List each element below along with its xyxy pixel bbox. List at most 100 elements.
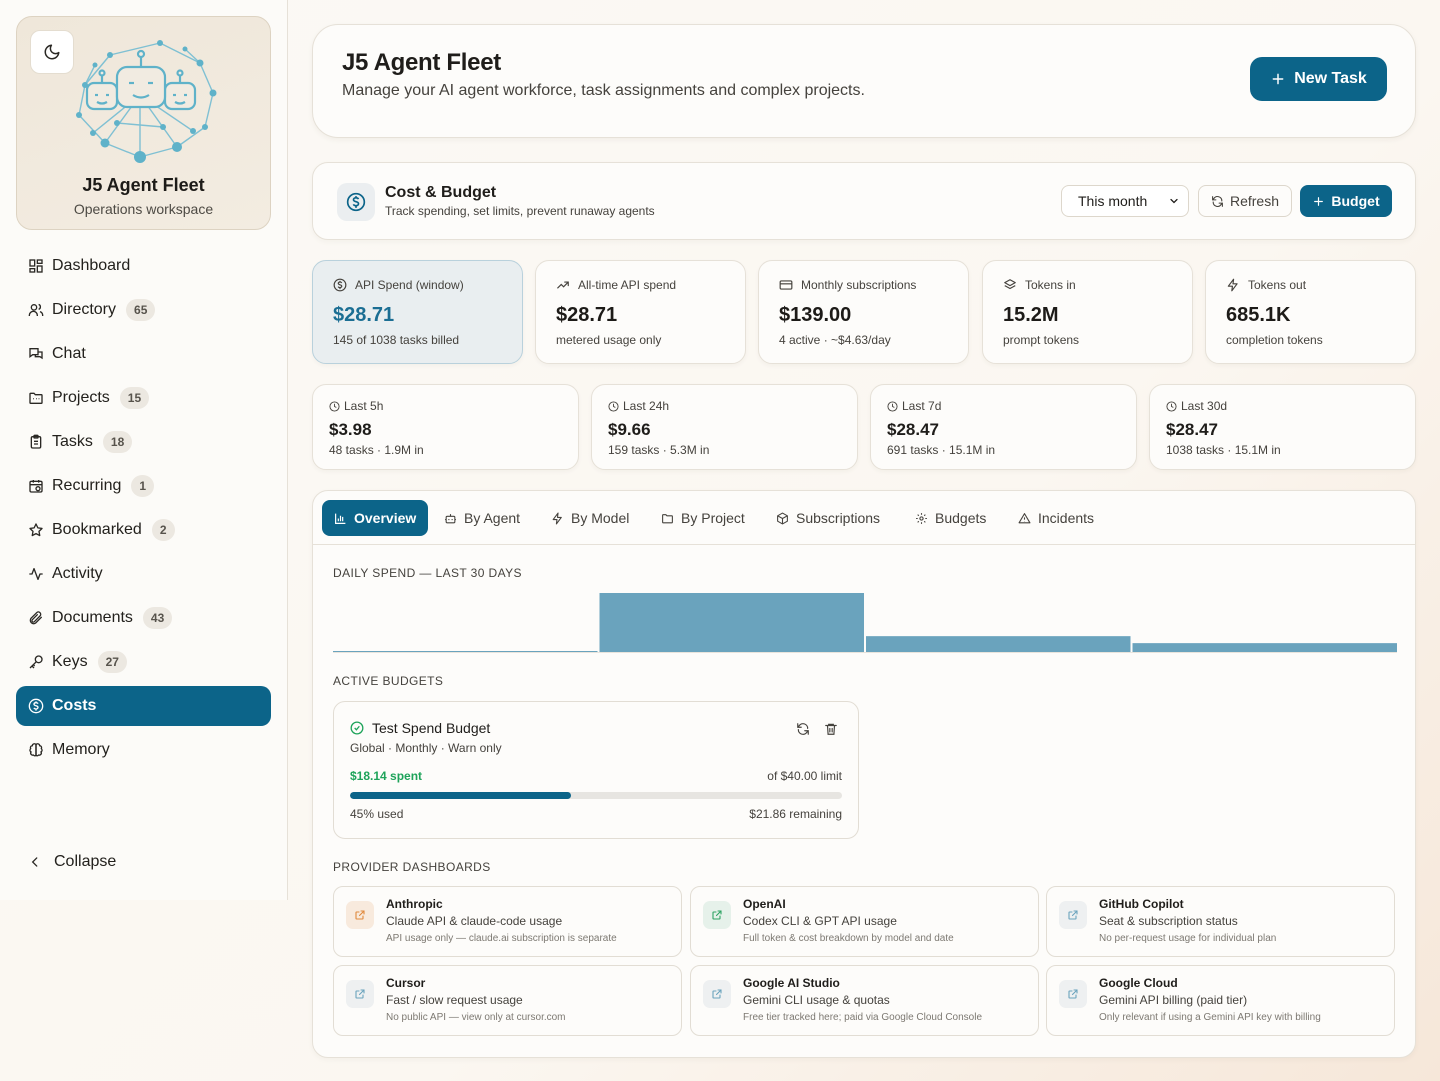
clock-icon xyxy=(608,400,619,412)
tab-incidents[interactable]: Incidents xyxy=(1006,500,1106,536)
paperclip-icon xyxy=(28,610,44,626)
sidebar-item-label: Chat xyxy=(52,345,86,362)
provider-description: Codex CLI & GPT API usage xyxy=(743,914,897,928)
sidebar-item-projects[interactable]: Projects 15 xyxy=(16,378,271,418)
tab-by-project[interactable]: By Project xyxy=(649,500,757,536)
section-subtitle: Track spending, set limits, prevent runa… xyxy=(385,204,655,218)
provider-note: No per-request usage for individual plan xyxy=(1099,933,1277,944)
tab-label: Subscriptions xyxy=(796,510,881,526)
tab-by-agent[interactable]: By Agent xyxy=(432,500,532,536)
clipboard-icon xyxy=(28,434,44,450)
provider-card-google-cloud[interactable]: Google Cloud Gemini API billing (paid ti… xyxy=(1046,965,1395,1036)
window-sub: 1038 tasks · 15.1M in xyxy=(1166,443,1281,457)
sidebar-item-label: Activity xyxy=(52,565,103,582)
tab-label: Budgets xyxy=(935,510,987,526)
stat-label: Tokens out xyxy=(1248,278,1307,292)
sidebar-item-chat[interactable]: Chat xyxy=(16,334,271,374)
window-value: $28.47 xyxy=(1166,420,1218,439)
collapse-button[interactable]: Collapse xyxy=(28,853,116,871)
page-subtitle: Manage your AI agent workforce, task ass… xyxy=(342,82,865,99)
sidebar-item-costs[interactable]: Costs xyxy=(16,686,271,726)
stat-label-row: Tokens in xyxy=(1003,278,1076,292)
sidebar-nav: Dashboard Directory 65 Chat Projects 15 … xyxy=(16,246,271,774)
tab-label: By Agent xyxy=(464,510,521,526)
sidebar-item-label: Projects xyxy=(52,389,110,406)
sidebar-item-label: Bookmarked xyxy=(52,521,142,538)
provider-card-openai[interactable]: OpenAI Codex CLI & GPT API usage Full to… xyxy=(690,886,1039,957)
moon-icon xyxy=(44,44,60,60)
activity-icon xyxy=(28,566,44,582)
page-header: J5 Agent Fleet Manage your AI agent work… xyxy=(312,24,1416,138)
calendar-repeat-icon xyxy=(28,478,44,494)
external-link-icon xyxy=(1059,901,1087,929)
new-task-button[interactable]: New Task xyxy=(1250,57,1387,101)
sidebar: J5 Agent Fleet Operations workspace Dash… xyxy=(0,0,288,900)
provider-card-anthropic[interactable]: Anthropic Claude API & claude-code usage… xyxy=(333,886,682,957)
sidebar-item-dashboard[interactable]: Dashboard xyxy=(16,246,271,286)
reset-icon[interactable] xyxy=(796,722,810,736)
refresh-label: Refresh xyxy=(1229,193,1280,209)
tab-by-model[interactable]: By Model xyxy=(539,500,641,536)
count-badge: 27 xyxy=(97,651,127,673)
warning-icon xyxy=(1018,512,1031,523)
provider-note: No public API — view only at cursor.com xyxy=(386,1012,566,1023)
collapse-label: Collapse xyxy=(54,853,117,870)
provider-card-cursor[interactable]: Cursor Fast / slow request usage No publ… xyxy=(333,965,682,1036)
folder-icon xyxy=(28,390,44,406)
sidebar-item-keys[interactable]: Keys 27 xyxy=(16,642,271,682)
stat-card-subscriptions: Monthly subscriptions $139.00 4 active ·… xyxy=(758,260,969,364)
count-badge: 15 xyxy=(119,387,150,409)
daily-spend-heading: DAILY SPEND — LAST 30 DAYS xyxy=(333,566,522,580)
plus-icon xyxy=(1272,73,1284,85)
provider-description: Gemini CLI usage & quotas xyxy=(743,993,890,1007)
sidebar-item-label: Documents xyxy=(52,609,133,626)
budget-meta: Global · Monthly · Warn only xyxy=(350,741,502,755)
provider-name: Anthropic xyxy=(386,897,443,911)
provider-name: Google AI Studio xyxy=(743,976,840,990)
stat-label: Monthly subscriptions xyxy=(801,278,917,292)
window-card-24h: Last 24h $9.66 159 tasks · 5.3M in xyxy=(591,384,858,470)
stat-sub: 4 active · ~$4.63/day xyxy=(779,333,891,347)
chevron-down-icon xyxy=(1170,198,1178,204)
window-card-7d: Last 7d $28.47 691 tasks · 15.1M in xyxy=(870,384,1137,470)
stat-value: $28.71 xyxy=(556,304,618,326)
window-label: Last 5h xyxy=(344,399,384,413)
plus-icon xyxy=(1314,196,1324,206)
period-select[interactable]: This month xyxy=(1061,185,1189,217)
provider-card-github-copilot[interactable]: GitHub Copilot Seat & subscription statu… xyxy=(1046,886,1395,957)
tab-budgets[interactable]: Budgets xyxy=(903,500,998,536)
sidebar-item-label: Costs xyxy=(52,697,97,714)
tab-subscriptions[interactable]: Subscriptions xyxy=(764,500,892,536)
layers-icon xyxy=(1004,279,1016,290)
provider-note: Free tier tracked here; paid via Google … xyxy=(743,1012,983,1023)
sidebar-item-directory[interactable]: Directory 65 xyxy=(16,290,271,330)
window-label-row: Last 30d xyxy=(1166,399,1227,413)
clock-icon xyxy=(329,400,340,412)
count-badge: 1 xyxy=(131,475,155,497)
sidebar-item-label: Keys xyxy=(52,653,88,670)
refresh-button[interactable]: Refresh xyxy=(1198,185,1292,217)
sidebar-item-documents[interactable]: Documents 43 xyxy=(16,598,271,638)
tab-overview[interactable]: Overview xyxy=(322,500,429,536)
sidebar-item-memory[interactable]: Memory xyxy=(16,730,271,770)
key-icon xyxy=(28,654,44,670)
gear-icon xyxy=(916,512,927,524)
sidebar-item-tasks[interactable]: Tasks 18 xyxy=(16,422,271,462)
users-icon xyxy=(28,302,44,318)
sidebar-item-bookmarked[interactable]: Bookmarked 2 xyxy=(16,510,271,550)
dollar-circle-icon xyxy=(28,698,44,714)
trash-icon[interactable] xyxy=(824,722,838,736)
stat-value: $28.71 xyxy=(333,304,395,326)
external-link-icon xyxy=(346,901,374,929)
count-badge: 2 xyxy=(151,519,175,541)
brain-icon xyxy=(28,742,44,758)
stat-label: API Spend (window) xyxy=(355,278,464,292)
package-icon xyxy=(777,512,788,524)
sidebar-item-recurring[interactable]: Recurring 1 xyxy=(16,466,271,506)
tab-label: Overview xyxy=(354,510,417,526)
sidebar-item-activity[interactable]: Activity xyxy=(16,554,271,594)
provider-card-google-ai-studio[interactable]: Google AI Studio Gemini CLI usage & quot… xyxy=(690,965,1039,1036)
add-budget-button[interactable]: Budget xyxy=(1300,185,1392,217)
budget-progress-bar xyxy=(350,792,842,799)
page-title: J5 Agent Fleet xyxy=(342,49,501,76)
